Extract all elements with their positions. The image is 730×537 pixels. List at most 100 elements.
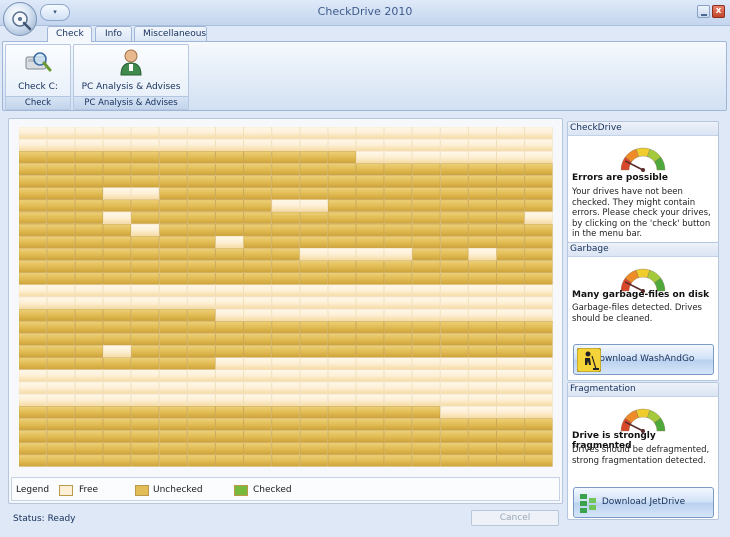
cluster-cell-free	[440, 369, 469, 382]
cancel-button[interactable]: Cancel	[471, 510, 559, 526]
close-button[interactable]: x	[712, 5, 725, 18]
tab-info[interactable]: Info	[95, 26, 132, 41]
cluster-cell-free	[46, 127, 75, 139]
cluster-cell-unchecked	[215, 187, 244, 200]
cluster-cell-unchecked	[75, 151, 103, 164]
card-body-garbage: Garbage-files detected. Drives should be…	[572, 303, 702, 324]
cluster-cell-unchecked	[524, 223, 553, 236]
tab-miscellaneous[interactable]: Miscellaneous	[134, 26, 207, 41]
cluster-cell-unchecked	[496, 272, 525, 285]
cluster-cell-unchecked	[440, 236, 469, 249]
application-menu-button[interactable]	[3, 2, 37, 36]
cluster-cell-unchecked	[524, 163, 553, 176]
cluster-cell-unchecked	[271, 418, 300, 431]
app-window: ▾ CheckDrive 2010 x Check Info Miscellan…	[0, 0, 730, 537]
cluster-cell-unchecked	[215, 223, 244, 236]
cluster-cell-free	[215, 357, 244, 370]
cluster-cell-unchecked	[524, 248, 553, 261]
cluster-cell-unchecked	[103, 333, 132, 346]
cluster-cell-unchecked	[299, 223, 328, 236]
cluster-cell-unchecked	[187, 430, 216, 443]
cluster-cell-unchecked	[271, 272, 300, 285]
cluster-cell-unchecked	[19, 223, 47, 236]
user-advisor-icon	[120, 49, 142, 76]
cluster-cell-free	[19, 369, 47, 382]
cluster-cell-unchecked	[524, 175, 553, 188]
cluster-cell-free	[524, 138, 553, 151]
cluster-cell-unchecked	[75, 199, 103, 212]
cluster-cell-unchecked	[440, 199, 469, 212]
cluster-cell-free	[384, 127, 413, 139]
cluster-cell-free	[75, 127, 103, 139]
cluster-cell-unchecked	[131, 236, 160, 249]
cluster-cell-free	[131, 138, 160, 151]
cluster-cell-unchecked	[187, 357, 216, 370]
cluster-cell-unchecked	[187, 236, 216, 249]
cluster-cell-unchecked	[159, 199, 188, 212]
cluster-cell-free	[159, 369, 188, 382]
cluster-cell-free	[299, 284, 328, 297]
cluster-cell-free	[440, 393, 469, 406]
cluster-cell-unchecked	[496, 333, 525, 346]
tab-check[interactable]: Check	[47, 26, 92, 42]
cluster-cell-unchecked	[524, 430, 553, 443]
cluster-cell-unchecked	[271, 430, 300, 443]
cluster-cell-unchecked	[496, 442, 525, 455]
cluster-cell-unchecked	[384, 163, 413, 176]
cluster-cell-unchecked	[412, 187, 441, 200]
cluster-cell-free	[271, 369, 300, 382]
cluster-cell-free	[327, 369, 356, 382]
legend-swatch-checked	[234, 485, 248, 496]
cluster-cell-free	[131, 381, 160, 394]
cluster-cell-unchecked	[131, 151, 160, 164]
cluster-cell-unchecked	[440, 430, 469, 443]
cluster-cell-free	[75, 138, 103, 151]
cluster-cell-free	[159, 127, 188, 139]
cluster-cell-free	[159, 296, 188, 309]
cluster-cell-free	[46, 369, 75, 382]
cluster-cell-unchecked	[46, 223, 75, 236]
cluster-cell-unchecked	[131, 199, 160, 212]
cluster-cell-unchecked	[412, 236, 441, 249]
check-drive-button[interactable]: Check C:	[6, 47, 70, 92]
cluster-cell-unchecked	[299, 260, 328, 273]
cluster-cell-unchecked	[215, 442, 244, 455]
cluster-cell-unchecked	[356, 175, 384, 188]
cluster-cell-free	[187, 284, 216, 297]
cluster-cell-free	[243, 296, 272, 309]
cluster-cell-free	[356, 369, 384, 382]
cluster-cell-unchecked	[131, 211, 160, 224]
cluster-cell-free	[440, 296, 469, 309]
cluster-cell-unchecked	[131, 454, 160, 467]
cluster-cell-unchecked	[496, 163, 525, 176]
cluster-cell-unchecked	[440, 248, 469, 261]
cluster-cell-free	[524, 151, 553, 164]
cluster-cell-free	[187, 369, 216, 382]
cluster-cell-unchecked	[524, 418, 553, 431]
cluster-cell-free	[356, 357, 384, 370]
cluster-cell-free	[440, 308, 469, 321]
cluster-cell-unchecked	[131, 272, 160, 285]
cluster-cell-unchecked	[271, 211, 300, 224]
pc-analysis-button[interactable]: PC Analysis & Advises	[74, 47, 188, 92]
cluster-cell-unchecked	[75, 175, 103, 188]
cluster-cell-free	[19, 393, 47, 406]
download-washandgo-button[interactable]: Download WashAndGo	[573, 344, 714, 375]
cluster-cell-unchecked	[468, 333, 497, 346]
status-text: Status: Ready	[13, 514, 76, 524]
cluster-cell-free	[75, 296, 103, 309]
cluster-cell-unchecked	[327, 260, 356, 273]
cluster-cell-unchecked	[384, 418, 413, 431]
minimize-button[interactable]	[697, 5, 710, 18]
fragmentation-gauge-icon	[620, 408, 666, 433]
cluster-cell-unchecked	[243, 211, 272, 224]
cluster-cell-free	[75, 284, 103, 297]
pc-analysis-label: PC Analysis & Advises	[81, 82, 181, 92]
download-jetdrive-button[interactable]: Download JetDrive	[573, 487, 714, 518]
cluster-cell-unchecked	[327, 175, 356, 188]
cluster-cell-unchecked	[271, 236, 300, 249]
cluster-cell-unchecked	[384, 454, 413, 467]
cluster-cell-free	[271, 296, 300, 309]
cluster-cell-free	[243, 381, 272, 394]
legend-label-free: Free	[79, 485, 99, 495]
